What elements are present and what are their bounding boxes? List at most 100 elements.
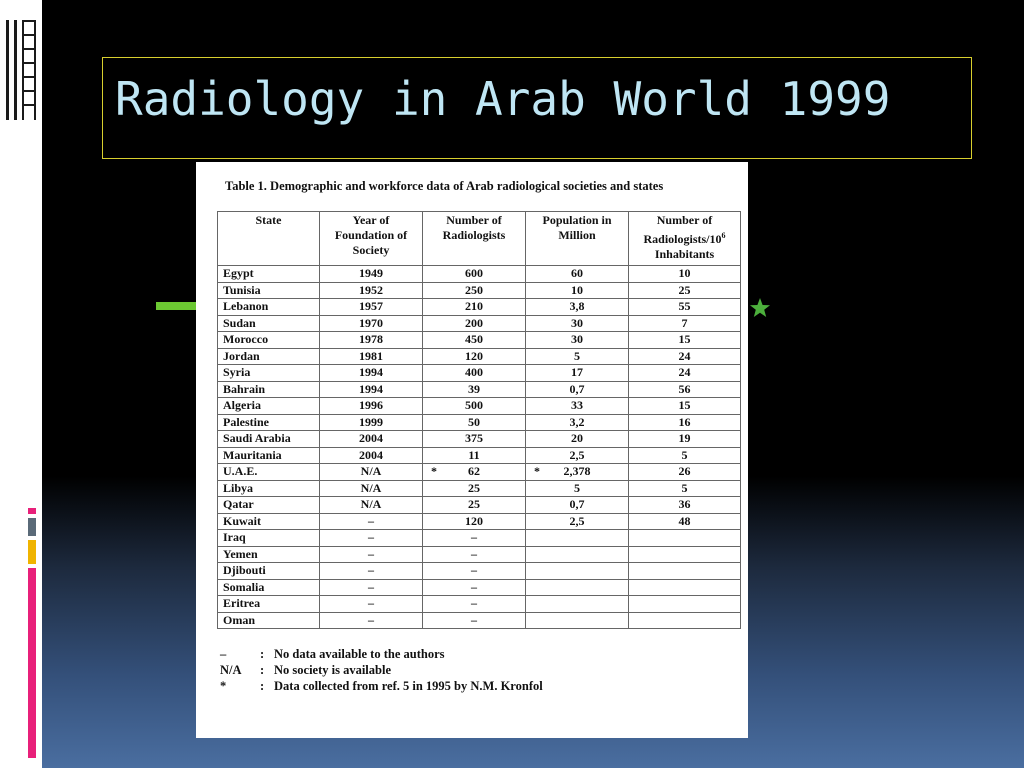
cell-radiologists-value: 600 [465, 266, 483, 281]
cell-radiologists-value: – [471, 612, 477, 627]
cell-state-value: Bahrain [223, 381, 266, 396]
cell-year: 1994 [319, 364, 423, 382]
cell-radiologists-value: 120 [465, 513, 483, 528]
header-per-million-sup: 6 [721, 231, 726, 240]
cell-radiologists: 39 [422, 380, 526, 398]
cell-per-million-value: 55 [678, 299, 691, 314]
cell-radiologists-value: 25 [468, 480, 480, 495]
cell-year: 1952 [319, 281, 423, 299]
cell-per-million: 5 [628, 479, 741, 497]
cell-per-million [628, 595, 741, 613]
cell-population [525, 611, 629, 629]
cell-population: 10 [525, 281, 629, 299]
star-icon [750, 298, 770, 317]
legend-key: – [220, 647, 227, 661]
cell-state-value: Kuwait [223, 513, 262, 528]
cell-radiologists-value: 500 [465, 398, 483, 413]
cell-per-million: 26 [628, 463, 741, 481]
cell-per-million-value: 25 [678, 282, 691, 297]
cell-radiologists-value: 39 [468, 381, 480, 396]
cell-radiologists: 11 [422, 446, 526, 464]
table-row: Algeria 1996 500 33 15 [217, 397, 741, 415]
cell-year: 2004 [319, 430, 423, 448]
cell-radiologists-value: 50 [468, 414, 480, 429]
cell-state-value: Palestine [223, 414, 269, 429]
cell-per-million-value: 10 [678, 266, 691, 281]
accent-bar [28, 518, 36, 536]
cell-population: 2,5 [525, 446, 629, 464]
cell-state-value: Sudan [223, 315, 256, 330]
cell-radiologists-value: – [471, 530, 477, 545]
legend-key: N/A [220, 663, 242, 677]
cell-year: 1970 [319, 314, 423, 332]
cell-year: 1957 [319, 298, 423, 316]
cell-state: Jordan [217, 347, 320, 365]
table-row: Jordan 1981 120 5 24 [217, 347, 741, 365]
header-per-million-tail: Inhabitants [654, 247, 715, 261]
footnote-mark: * [534, 464, 540, 478]
cell-state: Mauritania [217, 446, 320, 464]
cell-state: Oman [217, 611, 320, 629]
cell-state: Kuwait [217, 512, 320, 530]
cell-state-value: Qatar [223, 497, 254, 512]
cell-per-million-value: 48 [678, 513, 691, 528]
cell-state: Djibouti [217, 562, 320, 580]
table-row: Sudan 1970 200 30 7 [217, 314, 741, 332]
cell-population [525, 545, 629, 563]
cell-state-value: Jordan [223, 348, 260, 363]
table-row: Djibouti – – [217, 562, 741, 580]
header-population: Population in Million [525, 211, 629, 266]
cell-state-value: Lebanon [223, 299, 269, 314]
cell-year: – [319, 595, 423, 613]
cell-state: Morocco [217, 331, 320, 349]
cell-state: Syria [217, 364, 320, 382]
cell-population [525, 529, 629, 547]
cell-state: Saudi Arabia [217, 430, 320, 448]
cell-radiologists-value: – [471, 579, 477, 594]
cell-state: Iraq [217, 529, 320, 547]
cell-population: 60 [525, 265, 629, 283]
cell-year-value: 1994 [359, 365, 383, 380]
cell-population-value: 3,8 [569, 299, 585, 314]
cell-year: 1978 [319, 331, 423, 349]
cell-population [525, 562, 629, 580]
accent-bar [28, 508, 36, 514]
cell-radiologists-value: 200 [465, 315, 483, 330]
cell-radiologists-value: 375 [465, 431, 483, 446]
cell-year: N/A [319, 463, 423, 481]
cell-state: Bahrain [217, 380, 320, 398]
cell-population-value: 20 [571, 431, 583, 446]
accent-bar [28, 568, 36, 758]
cell-year: – [319, 562, 423, 580]
cell-year-value: 1996 [359, 398, 383, 413]
cell-radiologists: 120 [422, 347, 526, 365]
cell-population: 33 [525, 397, 629, 415]
cell-radiologists: – [422, 529, 526, 547]
cell-radiologists-value: 210 [465, 299, 483, 314]
cell-per-million: 19 [628, 430, 741, 448]
table-header-row: State Year of Foundation of Society Numb… [217, 211, 741, 266]
legend-separator: : [260, 647, 265, 661]
cell-per-million: 56 [628, 380, 741, 398]
cell-per-million [628, 529, 741, 547]
cell-radiologists: 400 [422, 364, 526, 382]
cell-per-million: 5 [628, 446, 741, 464]
cell-radiologists-value: 62 [468, 464, 480, 479]
header-year: Year of Foundation of Society [319, 211, 423, 266]
cell-population [525, 595, 629, 613]
cell-state: Somalia [217, 578, 320, 596]
cell-state-value: Libya [223, 480, 254, 495]
cell-state: Qatar [217, 496, 320, 514]
cell-per-million: 10 [628, 265, 741, 283]
legend-text: No society is available [274, 663, 392, 677]
cell-state-value: Eritrea [223, 596, 261, 611]
table-row: Palestine 1999 50 3,2 16 [217, 413, 741, 431]
table-image: Table 1. Demographic and workforce data … [196, 162, 748, 738]
cell-year-value: N/A [360, 497, 382, 512]
cell-year-value: 1981 [359, 348, 383, 363]
cell-radiologists: 500 [422, 397, 526, 415]
cell-year: 1999 [319, 413, 423, 431]
cell-state-value: Algeria [223, 398, 261, 413]
title-box: Radiology in Arab World 1999 [102, 57, 972, 159]
cell-per-million-value: 5 [681, 480, 688, 495]
